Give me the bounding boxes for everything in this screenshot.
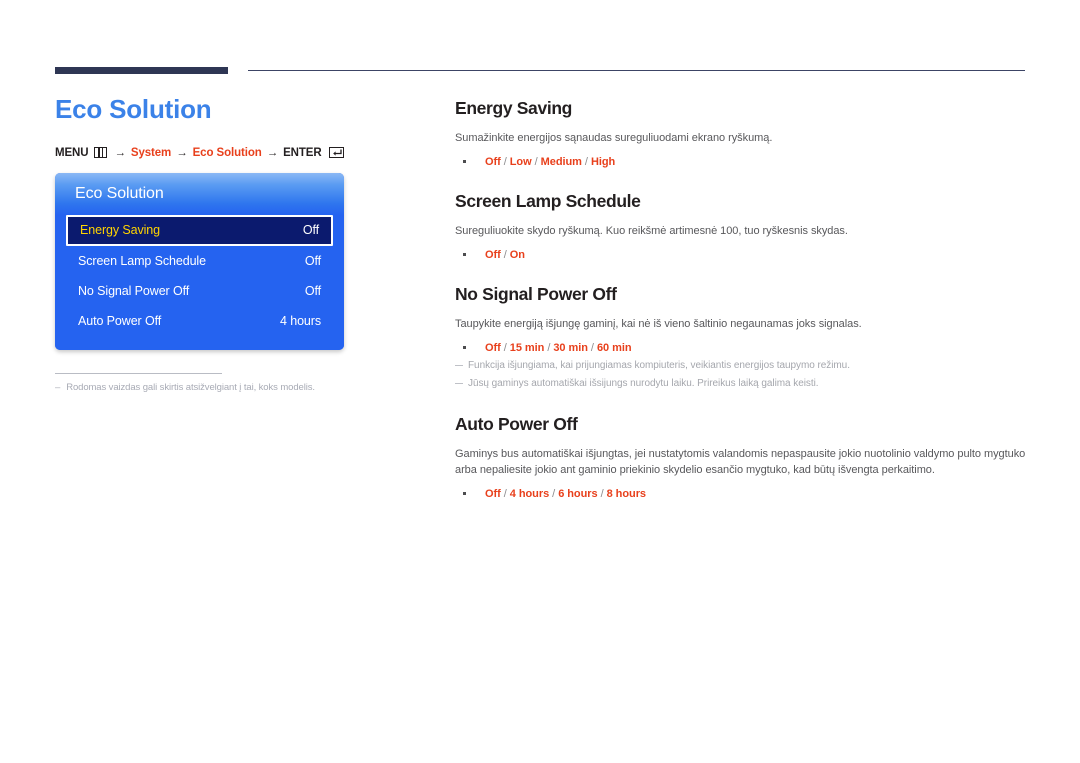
osd-row-label: Auto Power Off: [78, 314, 162, 329]
bullet-square-icon: [463, 252, 466, 256]
section-description: Gaminys bus automatiškai išjungtas, jei …: [455, 447, 1026, 476]
section-options-row: Off / Low / Medium / High: [455, 156, 1030, 168]
section-options-row: Off / On: [455, 249, 1030, 261]
breadcrumb-step-system: System: [130, 146, 172, 159]
right-column: Energy Saving Sumažinkite energijos sąna…: [455, 98, 1030, 504]
breadcrumb-arrow-1: →: [114, 146, 126, 159]
footnote-divider: [55, 372, 222, 374]
section-screen-lamp-schedule: Screen Lamp Schedule Sureguliuokite skyd…: [455, 191, 1030, 261]
breadcrumb-menu-label: MENU: [55, 146, 89, 159]
osd-row-energy-saving[interactable]: Energy Saving Off: [66, 214, 333, 246]
section-description: Sumažinkite energijos sąnaudas sureguliu…: [455, 132, 773, 144]
section-options-row: Off / 4 hours / 6 hours / 8 hours: [455, 488, 1030, 500]
breadcrumb-enter-label: ENTER: [283, 146, 322, 159]
section-options: Off / 4 hours / 6 hours / 8 hours: [485, 487, 646, 500]
bullet-square-icon: [463, 491, 466, 495]
section-description: Taupykite energiją išjungę gaminį, kai n…: [455, 317, 862, 330]
left-column: Eco Solution MENU → System → Eco Solutio…: [55, 94, 415, 394]
section-title: Energy Saving: [455, 98, 573, 118]
osd-menu-list: Energy Saving Off Screen Lamp Schedule O…: [55, 214, 344, 350]
left-footnote: – Rodomas vaizdas gali skirtis atsižvelg…: [55, 382, 355, 394]
section-options: Off / On: [485, 248, 525, 261]
footnote-text: Rodomas vaizdas gali skirtis atsižvelgia…: [66, 381, 315, 393]
osd-row-label: Energy Saving: [80, 223, 160, 238]
note-text: Jūsų gaminys automatiškai išsijungs nuro…: [468, 377, 819, 389]
header-rule-thin: [248, 70, 1025, 71]
osd-row-screen-lamp-schedule[interactable]: Screen Lamp Schedule Off: [66, 247, 333, 276]
note-dash-icon: [455, 364, 463, 367]
osd-row-auto-power-off[interactable]: Auto Power Off 4 hours: [66, 307, 333, 336]
breadcrumb-arrow-3: →: [266, 146, 279, 159]
header-rule-group: [55, 67, 1025, 77]
osd-row-value: 4 hours: [280, 314, 321, 329]
osd-row-no-signal-power-off[interactable]: No Signal Power Off Off: [66, 277, 333, 306]
osd-panel-header: Eco Solution: [55, 172, 344, 215]
osd-row-value: Off: [304, 284, 321, 299]
breadcrumb-arrow-2: →: [176, 146, 188, 159]
section-no-signal-power-off: No Signal Power Off Taupykite energiją i…: [455, 284, 1030, 391]
section-description: Sureguliuokite skydo ryškumą. Kuo reikšm…: [455, 224, 848, 237]
enter-return-icon: [328, 147, 344, 159]
section-title: Auto Power Off: [455, 413, 578, 434]
section-options-row: Off / 15 min / 30 min / 60 min: [455, 342, 1030, 354]
section-options: Off / 15 min / 30 min / 60 min: [485, 341, 632, 354]
note-text: Funkcija išjungiama, kai prijungiamas ko…: [468, 359, 850, 371]
section-note: Funkcija išjungiama, kai prijungiamas ko…: [455, 358, 1030, 373]
osd-row-label: No Signal Power Off: [78, 284, 190, 299]
breadcrumb: MENU → System → Eco Solution → ENTER: [55, 147, 415, 159]
section-options: Off / Low / Medium / High: [485, 155, 616, 168]
osd-row-value: Off: [302, 223, 319, 238]
page-title: Eco Solution: [55, 94, 212, 124]
section-title: Screen Lamp Schedule: [455, 190, 641, 211]
note-dash-icon: [455, 382, 463, 385]
footnote-dash: –: [55, 381, 61, 393]
bullet-square-icon: [463, 159, 466, 163]
osd-menu-panel: Eco Solution Energy Saving Off Screen La…: [55, 172, 344, 350]
header-rule-thick: [55, 67, 228, 74]
section-note: Jūsų gaminys automatiškai išsijungs nuro…: [455, 376, 1030, 391]
osd-panel-title: Eco Solution: [75, 184, 164, 202]
section-title: No Signal Power Off: [455, 283, 617, 304]
section-auto-power-off: Auto Power Off Gaminys bus automatiškai …: [455, 414, 1030, 500]
osd-row-label: Screen Lamp Schedule: [78, 254, 206, 269]
breadcrumb-step-eco-solution: Eco Solution: [192, 146, 262, 159]
left-footnote-group: – Rodomas vaizdas gali skirtis atsižvelg…: [55, 372, 355, 394]
bullet-square-icon: [463, 345, 466, 349]
osd-row-value: Off: [304, 254, 321, 269]
menu-grid-icon: [94, 147, 108, 159]
section-energy-saving: Energy Saving Sumažinkite energijos sąna…: [455, 98, 1030, 168]
